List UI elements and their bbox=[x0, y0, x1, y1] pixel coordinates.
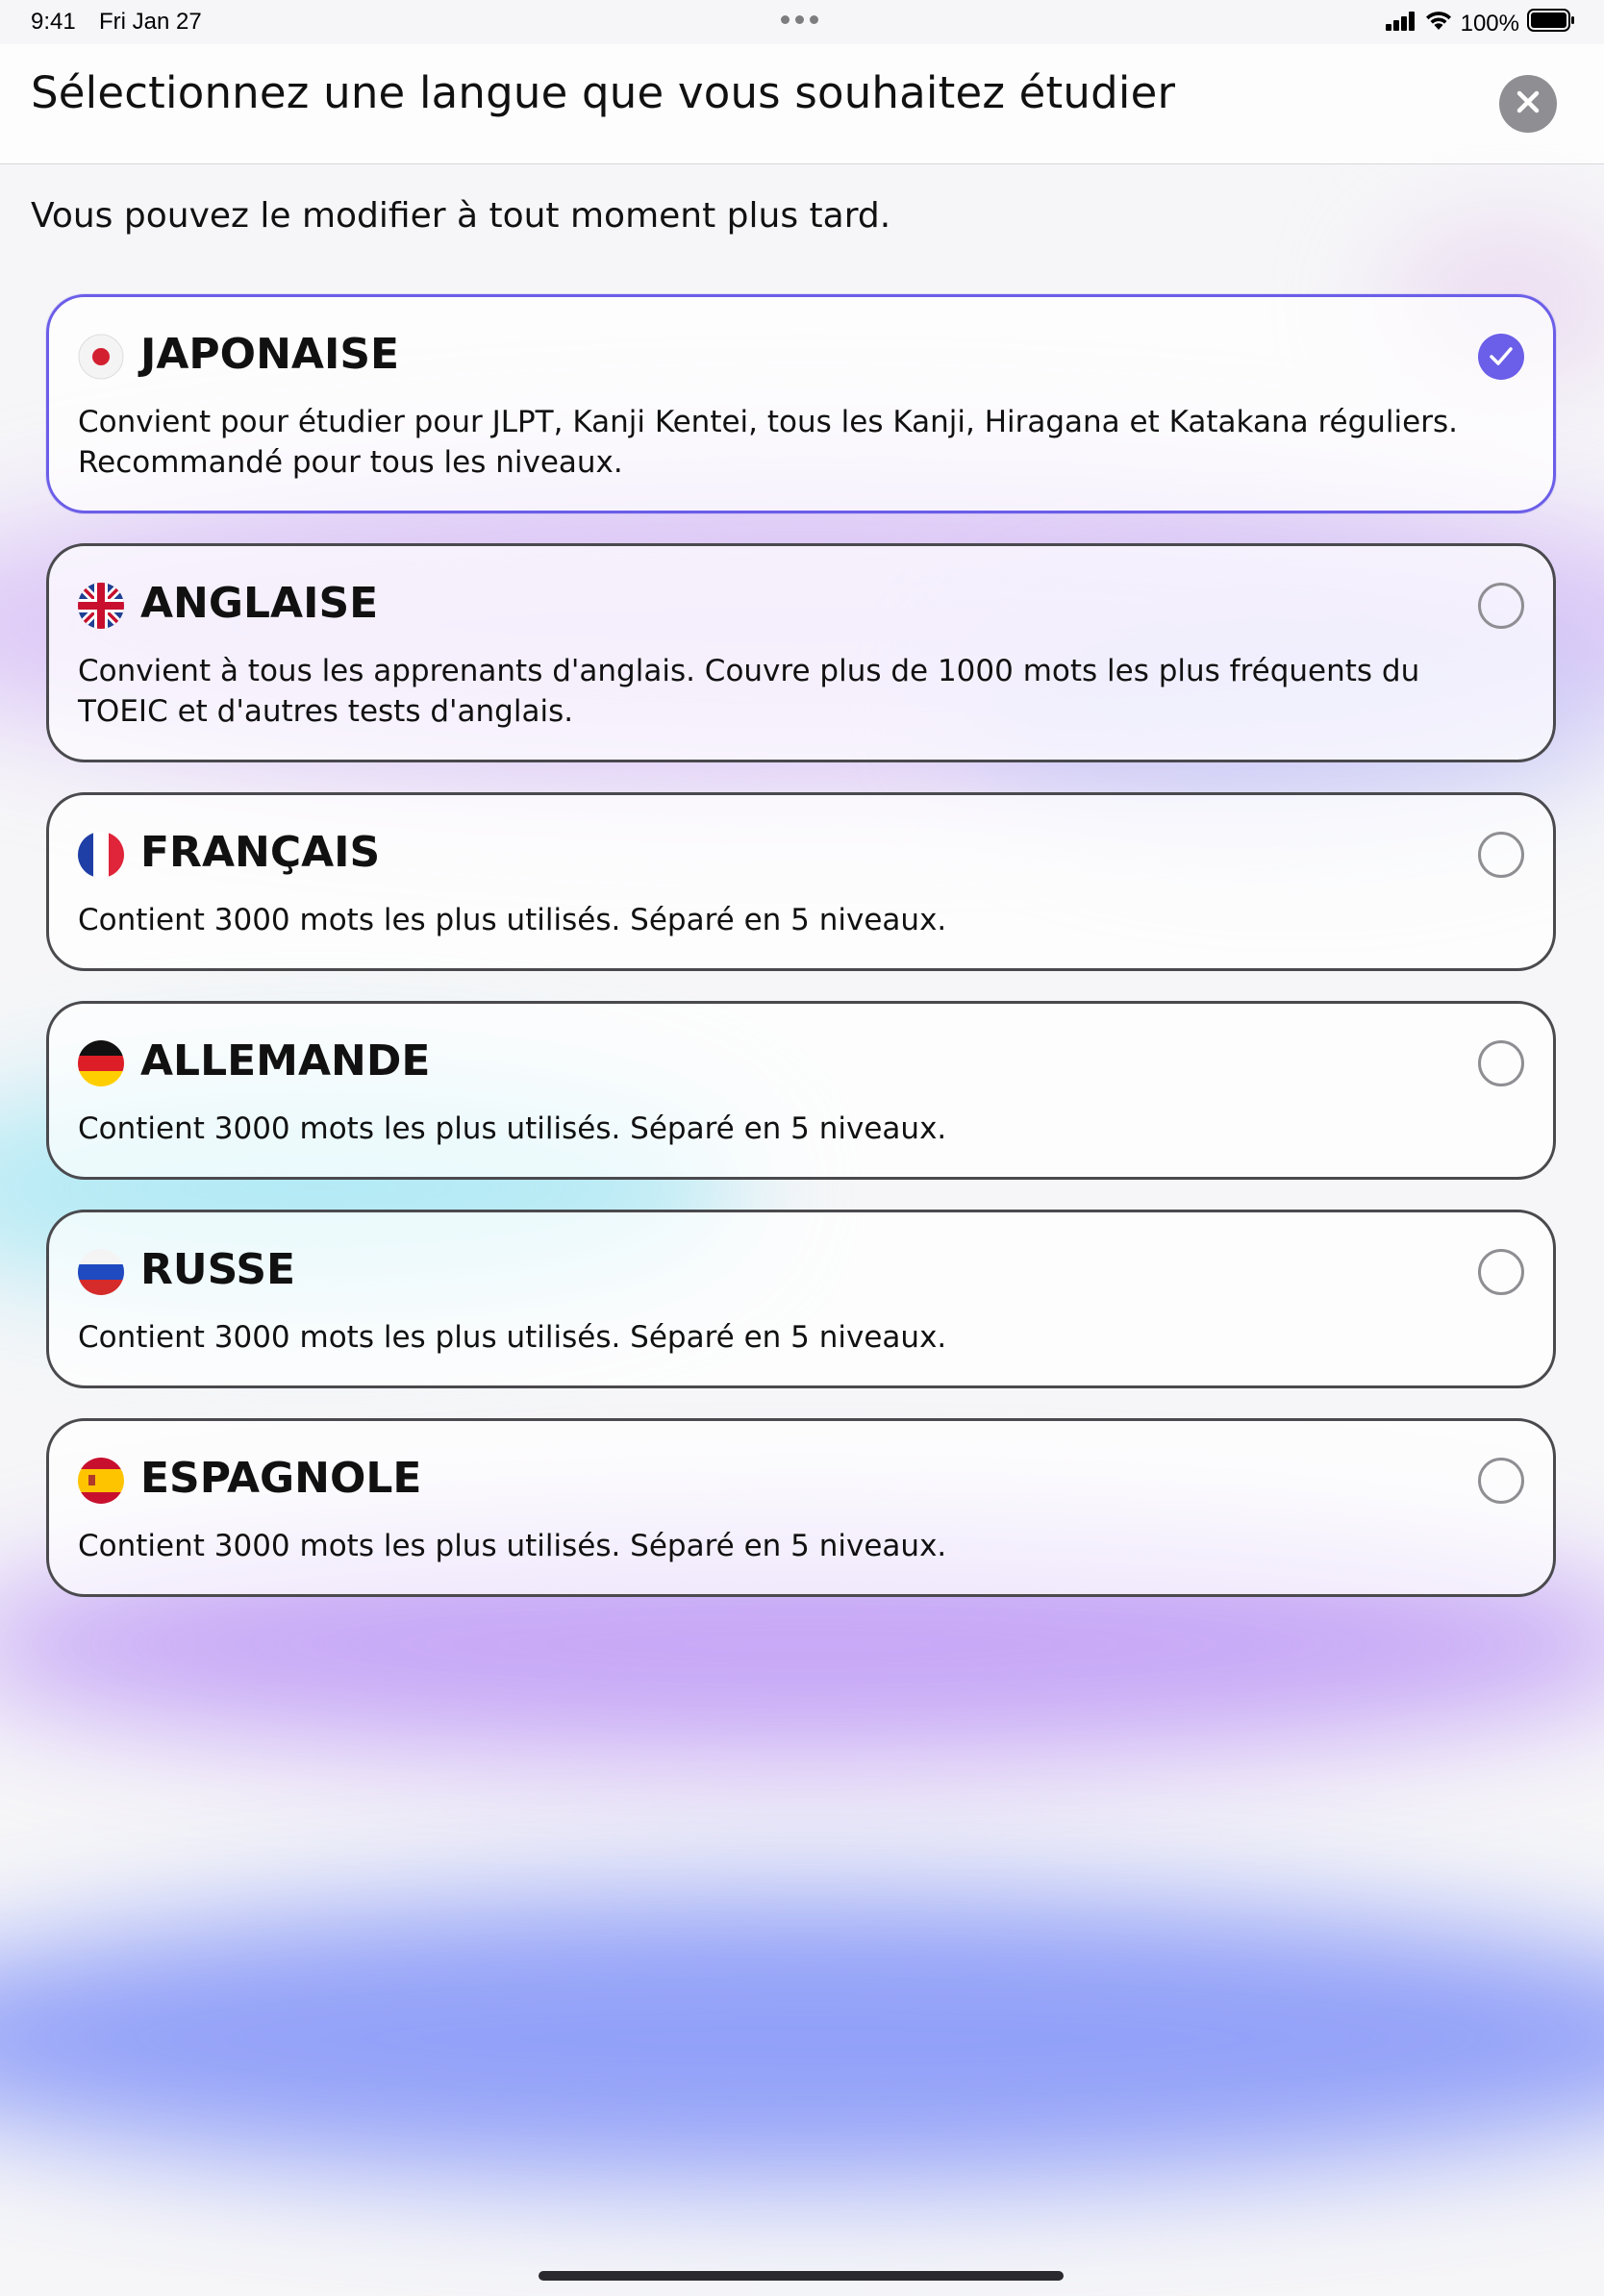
close-icon bbox=[1516, 89, 1541, 118]
battery-icon bbox=[1527, 9, 1575, 38]
radio-button[interactable] bbox=[1478, 1040, 1524, 1086]
signal-icon bbox=[1385, 11, 1416, 37]
language-description: Convient à tous les apprenants d'anglais… bbox=[78, 654, 1420, 729]
radio-button[interactable] bbox=[1478, 1249, 1524, 1295]
language-card-german[interactable]: ALLEMANDE Contient 3000 mots les plus ut… bbox=[46, 1001, 1556, 1180]
germany-flag-icon bbox=[78, 1040, 124, 1086]
language-name: JAPONAISE bbox=[140, 330, 400, 379]
language-name: ESPAGNOLE bbox=[140, 1454, 422, 1503]
page-title: Sélectionnez une langue que vous souhait… bbox=[31, 67, 1176, 118]
language-card-english[interactable]: ANGLAISE Convient à tous les apprenants … bbox=[46, 543, 1556, 762]
russia-flag-icon bbox=[78, 1249, 124, 1295]
wifi-icon bbox=[1424, 10, 1453, 37]
radio-button[interactable] bbox=[1478, 583, 1524, 629]
language-description: Contient 3000 mots les plus utilisés. Sé… bbox=[78, 903, 947, 937]
language-card-japanese[interactable]: JAPONAISE Convient pour étudier pour JLP… bbox=[46, 294, 1556, 513]
header: Sélectionnez une langue que vous souhait… bbox=[0, 44, 1604, 164]
check-icon[interactable] bbox=[1478, 334, 1524, 380]
radio-button[interactable] bbox=[1478, 832, 1524, 878]
language-description: Contient 3000 mots les plus utilisés. Sé… bbox=[78, 1111, 947, 1146]
status-bar: 9:41 Fri Jan 27 100% bbox=[0, 0, 1604, 44]
language-name: RUSSE bbox=[140, 1245, 296, 1294]
multitasking-dots-icon[interactable] bbox=[781, 15, 818, 24]
language-description: Convient pour étudier pour JLPT, Kanji K… bbox=[78, 405, 1458, 480]
uk-flag-icon bbox=[78, 583, 124, 629]
japan-flag-icon bbox=[78, 334, 124, 380]
language-card-french[interactable]: FRANÇAIS Contient 3000 mots les plus uti… bbox=[46, 792, 1556, 971]
spain-flag-icon bbox=[78, 1458, 124, 1504]
close-button[interactable] bbox=[1499, 75, 1557, 133]
france-flag-icon bbox=[78, 832, 124, 878]
radio-button[interactable] bbox=[1478, 1458, 1524, 1504]
language-name: ANGLAISE bbox=[140, 579, 379, 628]
language-name: ALLEMANDE bbox=[140, 1036, 431, 1086]
battery-label: 100% bbox=[1460, 10, 1519, 37]
language-card-spanish[interactable]: ESPAGNOLE Contient 3000 mots les plus ut… bbox=[46, 1418, 1556, 1597]
language-description: Contient 3000 mots les plus utilisés. Sé… bbox=[78, 1529, 947, 1563]
status-time: 9:41 bbox=[31, 9, 76, 35]
language-name: FRANÇAIS bbox=[140, 828, 381, 877]
home-indicator[interactable] bbox=[539, 2271, 1064, 2281]
status-date: Fri Jan 27 bbox=[99, 9, 202, 35]
language-card-russian[interactable]: RUSSE Contient 3000 mots les plus utilis… bbox=[46, 1210, 1556, 1388]
subtitle: Vous pouvez le modifier à tout moment pl… bbox=[31, 196, 891, 236]
language-description: Contient 3000 mots les plus utilisés. Sé… bbox=[78, 1320, 947, 1355]
